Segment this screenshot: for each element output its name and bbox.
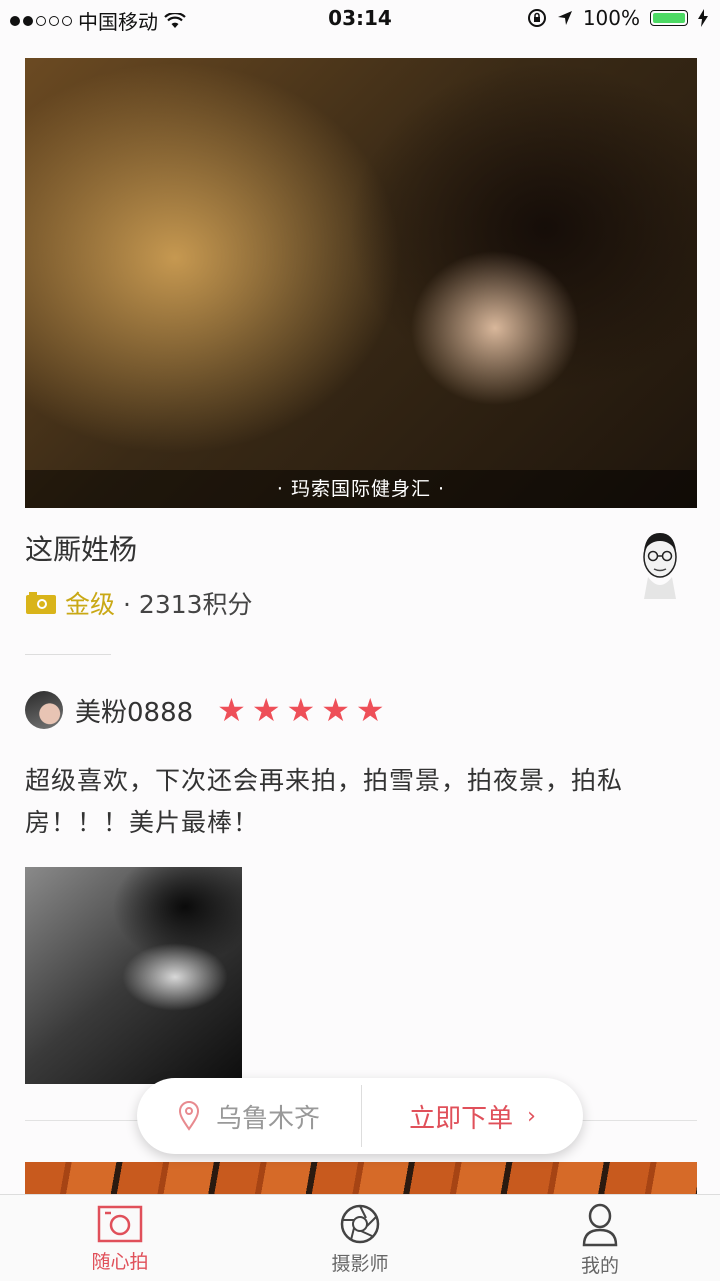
order-pill: 乌鲁木齐 立即下单 › bbox=[137, 1078, 583, 1154]
reviewer-name: 美粉0888 bbox=[75, 697, 194, 728]
battery-icon bbox=[650, 10, 688, 26]
review-header: 美粉0888 ★ ★ ★ ★ ★ bbox=[25, 690, 385, 730]
tab-label: 我的 bbox=[580, 1255, 619, 1277]
battery-percent: 100% bbox=[582, 6, 640, 30]
photographer-avatar[interactable] bbox=[636, 527, 684, 599]
hero-photo[interactable]: · 玛索国际健身汇 · bbox=[25, 58, 697, 508]
review-photo-thumbnail[interactable] bbox=[25, 867, 242, 1084]
charging-icon bbox=[698, 9, 708, 27]
points-label: · 2313积分 bbox=[123, 590, 253, 619]
next-photo-preview[interactable] bbox=[25, 1162, 697, 1196]
order-now-label: 立即下单 bbox=[409, 1103, 514, 1134]
star-icon: ★ bbox=[217, 691, 246, 729]
reviewer-avatar[interactable] bbox=[25, 691, 63, 729]
status-bar: 中国移动 03:14 100% bbox=[0, 0, 720, 38]
level-label: 金级 bbox=[65, 590, 116, 619]
star-icon: ★ bbox=[251, 691, 281, 729]
rating-stars: ★ ★ ★ ★ ★ bbox=[217, 694, 384, 726]
star-icon: ★ bbox=[286, 691, 316, 729]
rotation-lock-icon bbox=[527, 9, 546, 27]
section-divider bbox=[25, 654, 111, 655]
city-selector[interactable]: 乌鲁木齐 bbox=[137, 1078, 361, 1154]
camera-icon bbox=[97, 1205, 143, 1243]
chevron-right-icon: › bbox=[527, 1103, 536, 1129]
tab-suixinpai[interactable]: 随心拍 bbox=[0, 1195, 240, 1281]
tab-label: 摄影师 bbox=[331, 1253, 389, 1275]
star-icon: ★ bbox=[321, 691, 350, 729]
aperture-icon bbox=[340, 1204, 380, 1244]
status-right: 100% bbox=[527, 6, 708, 30]
location-arrow-icon bbox=[557, 11, 572, 25]
photographer-name: 这厮姓杨 bbox=[25, 533, 138, 566]
tab-photographer[interactable]: 摄影师 bbox=[240, 1195, 480, 1281]
photographer-level-row: 金级 · 2313积分 bbox=[25, 585, 253, 621]
star-icon: ★ bbox=[355, 691, 385, 729]
tab-bar: 随心拍 摄影师 我的 bbox=[0, 1194, 720, 1281]
hero-caption: · 玛索国际健身汇 · bbox=[25, 470, 697, 508]
city-label: 乌鲁木齐 bbox=[215, 1103, 320, 1134]
location-pin-icon bbox=[178, 1101, 199, 1131]
tab-mine[interactable]: 我的 bbox=[480, 1195, 720, 1281]
tab-label: 随心拍 bbox=[91, 1251, 149, 1273]
order-now-button[interactable]: 立即下单 › bbox=[362, 1078, 583, 1154]
camera-badge-icon bbox=[26, 592, 56, 614]
review-text: 超级喜欢，下次还会再来拍，拍雪景，拍夜景，拍私房！！！美片最棒！ bbox=[25, 766, 624, 837]
user-icon bbox=[582, 1203, 618, 1247]
